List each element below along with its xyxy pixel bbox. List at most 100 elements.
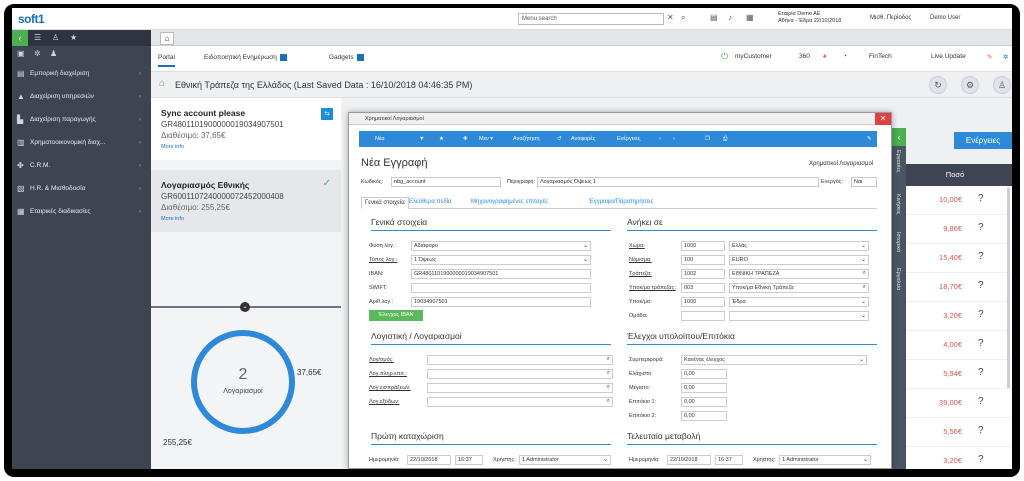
new-button[interactable]: Νέα <box>375 131 385 147</box>
help-icon[interactable]: ? <box>978 280 984 291</box>
field-input[interactable] <box>681 311 725 321</box>
field-input[interactable]: ⌄ <box>729 311 869 321</box>
sidebar-item-services[interactable]: ▲ Διαχείριση υπηρεσιών › <box>12 85 151 108</box>
undo-icon[interactable]: ↺ <box>557 131 562 147</box>
help-icon[interactable]: ? <box>978 338 984 349</box>
360-icon[interactable]: 360 <box>799 53 810 60</box>
table-row[interactable]: 5,94€? <box>898 360 1012 389</box>
field-input[interactable]: 003 <box>681 283 725 293</box>
home-icon[interactable]: ⌂ <box>160 32 174 45</box>
table-row[interactable]: 3,20€? <box>898 302 1012 331</box>
field-input[interactable]: 1000 <box>681 241 725 251</box>
pin-icon[interactable]: ✎ <box>987 53 992 61</box>
chevron-down-icon[interactable]: ⌄ <box>861 298 866 305</box>
copy-icon[interactable]: ❐ <box>705 131 710 147</box>
help-icon[interactable]: ? <box>978 193 984 204</box>
chevron-down-icon[interactable]: ⌄ <box>240 302 250 312</box>
user-menu[interactable]: Demo User <box>930 15 960 21</box>
field-input[interactable]: EURO ⌄ <box>729 255 869 265</box>
time-field[interactable]: 16:37 <box>455 455 483 465</box>
side-tab[interactable]: Εργασίες <box>895 150 901 172</box>
live-update-link[interactable]: Live Update <box>931 53 966 60</box>
settings-icon[interactable]: ✲ <box>1003 53 1008 61</box>
sidebar-item-commercial[interactable]: ▤ Εμπορική διαχείριση › <box>12 62 151 85</box>
chevron-down-icon[interactable]: ⌄ <box>861 256 866 263</box>
filter-icon[interactable]: ▼ <box>419 131 424 147</box>
search-icon[interactable]: ⌕ <box>863 284 866 291</box>
bell-alert-icon[interactable]: ♠ <box>823 53 826 60</box>
star-icon[interactable]: ★ <box>70 33 77 42</box>
field-input[interactable]: Κανένας έλεγχος ⌄ <box>681 355 867 365</box>
chevron-down-icon[interactable]: ⌄ <box>859 356 864 363</box>
prev-icon[interactable]: ‹ <box>659 131 661 147</box>
code-field[interactable]: nbg_account <box>391 177 501 187</box>
help-icon[interactable]: ? <box>978 425 984 436</box>
chevron-left-icon[interactable]: ‹ <box>892 128 906 146</box>
table-row[interactable]: 4,00€? <box>898 331 1012 360</box>
more-info-link[interactable]: More info <box>161 216 331 222</box>
account-card[interactable]: Sync account please GR480110190000001903… <box>151 98 341 160</box>
sync-icon[interactable]: ⇆ <box>321 108 333 120</box>
chevron-down-icon[interactable]: ⌄ <box>861 312 866 319</box>
close-icon[interactable]: ✕ <box>667 13 674 22</box>
date-field[interactable]: 22/10/2018 <box>667 455 711 465</box>
sidebar-item-finance[interactable]: ▥ Χρηματοοικονομική διαχ... › <box>12 131 151 154</box>
tab-free-fields[interactable]: Ελεύθερα πεδία <box>409 199 451 205</box>
collapse-icon[interactable]: ‹ <box>12 30 28 46</box>
tab-portal[interactable]: Portal <box>158 54 175 67</box>
chevron-down-icon[interactable]: ⌄ <box>603 456 608 463</box>
people-icon[interactable]: ♟ <box>50 49 57 58</box>
folder-icon[interactable]: ▣ <box>17 49 25 58</box>
grid-icon[interactable]: ▦ <box>746 13 754 22</box>
table-row[interactable]: 3,20€? <box>898 447 1012 469</box>
sidebar-item-hr[interactable]: ▧ H.R. & Μισθοδοσία › <box>12 177 151 200</box>
field-input[interactable]: ⌕ <box>427 383 613 393</box>
chevron-down-icon[interactable]: ⌄ <box>861 242 866 249</box>
help-icon[interactable]: ? <box>978 367 984 378</box>
gear-icon[interactable]: ✲ <box>34 49 41 58</box>
search-icon[interactable]: ⌕ <box>607 356 610 363</box>
search-input[interactable]: Menu search <box>518 13 664 25</box>
help-icon[interactable]: ? <box>978 454 984 465</box>
table-row[interactable]: 18,70€? <box>898 273 1012 302</box>
help-icon[interactable]: ? <box>978 222 984 233</box>
tab-cheques[interactable]: Μηχανογραφημένες επιταγές <box>471 199 548 205</box>
gauge-icon[interactable]: ◔ <box>843 53 847 60</box>
settings-button[interactable]: ⚙ <box>961 76 979 94</box>
scrollbar[interactable] <box>1007 188 1010 388</box>
user-button[interactable]: ♙ <box>993 76 1011 94</box>
field-input[interactable]: ⌕ <box>427 355 613 365</box>
side-tab[interactable]: Εργαλεία <box>895 268 901 290</box>
search-icon[interactable]: ⌕ <box>607 370 610 377</box>
period-selector[interactable]: Μισθ. Περίοδος <box>870 15 911 21</box>
print-icon[interactable]: ⎙ <box>723 131 727 147</box>
chevron-down-icon[interactable]: ⌄ <box>863 456 868 463</box>
table-row[interactable]: 10,00€? <box>898 186 1012 215</box>
sidebar-item-crm[interactable]: ✤ C.R.M. › <box>12 154 151 177</box>
check-iban-button[interactable]: Έλεγχος IBAN <box>369 310 423 321</box>
side-tab[interactable]: Ιστορικό <box>895 232 901 252</box>
field-input[interactable]: 0,00 <box>681 411 727 421</box>
help-icon[interactable]: ? <box>978 309 984 320</box>
field-input[interactable]: 0,00 <box>681 369 727 379</box>
search-icon[interactable]: ⌕ <box>863 270 866 277</box>
field-input[interactable] <box>411 283 591 293</box>
more-info-link[interactable]: More info <box>161 144 331 150</box>
field-input[interactable]: GR4801101900000019034907501 <box>411 269 591 279</box>
search-icon[interactable]: ⌕ <box>681 13 685 23</box>
help-icon[interactable]: ? <box>978 251 984 262</box>
user-icon[interactable]: ♙ <box>52 33 59 42</box>
next-icon[interactable]: › <box>673 131 675 147</box>
star-icon[interactable]: ★ <box>439 131 444 147</box>
reports-button[interactable]: Αναφορές <box>571 131 595 147</box>
bell-icon[interactable]: ♪ <box>728 13 732 22</box>
field-input[interactable]: 0,00 <box>681 383 727 393</box>
mycustomer-link[interactable]: myCustomer <box>735 53 772 60</box>
table-row[interactable]: 5,56€? <box>898 418 1012 447</box>
search-icon[interactable]: ⌕ <box>607 384 610 391</box>
field-input[interactable]: ΕΘΝΙΚΗ ΤΡΑΠΕΖΑ ⌕ <box>729 269 869 279</box>
more-button[interactable]: Μεν ▾ <box>479 131 493 147</box>
account-card[interactable]: Λογαριασμός Εθνικής GR600110724000007245… <box>151 170 341 232</box>
add-icon[interactable]: ✚ <box>463 131 468 147</box>
field-input[interactable]: 1000 <box>681 297 725 307</box>
